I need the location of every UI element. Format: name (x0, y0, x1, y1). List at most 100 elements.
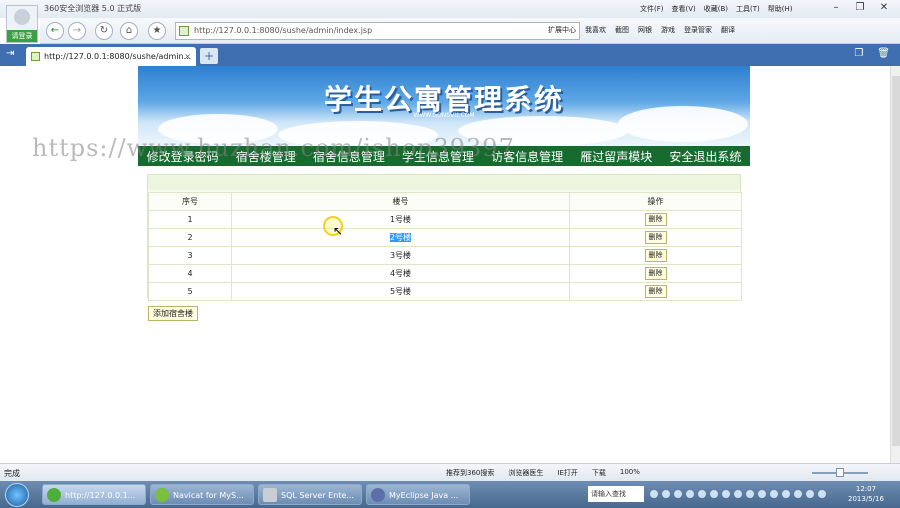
tray-icon[interactable] (818, 490, 826, 498)
taskbar-item-sqlserver[interactable]: SQL Server Ente... (258, 484, 362, 505)
game-button[interactable]: 游戏 (661, 25, 675, 35)
delete-button[interactable]: 删除 (644, 285, 667, 298)
tray-icon[interactable] (758, 490, 766, 498)
menu-favorites[interactable]: 收藏(B) (704, 4, 728, 14)
sqlserver-icon (263, 488, 277, 502)
taskbar-item-browser[interactable]: http://127.0.0.1... (42, 484, 146, 505)
table-row: 3 3号楼 删除 (148, 246, 742, 265)
extension-center[interactable]: 扩展中心 (548, 25, 576, 35)
browser-doctor[interactable]: 浏览器医生 (508, 468, 543, 478)
task-label: http://127.0.0.1... (65, 491, 136, 500)
clock-time: 12:07 (855, 485, 877, 493)
window-controls: – ❐ ✕ (824, 0, 896, 15)
back-icon[interactable]: ← (46, 22, 64, 40)
open-in-ie[interactable]: IE打开 (557, 468, 578, 478)
start-button[interactable] (5, 483, 29, 507)
page-icon (31, 52, 40, 61)
tray-icon[interactable] (770, 490, 778, 498)
screenshot-button[interactable]: 截图 (615, 25, 629, 35)
favorite-star-icon[interactable]: ★ (148, 22, 166, 40)
tray-icon[interactable] (686, 490, 694, 498)
translate-button[interactable]: 翻译 (721, 25, 735, 35)
address-bar[interactable]: http://127.0.0.1:8080/sushe/admin/index.… (175, 22, 580, 40)
close-tab-icon[interactable]: × (184, 47, 191, 66)
banner-subtitle: WWW.GONSVU.COM (413, 112, 475, 119)
trash-icon[interactable]: 🗑 (877, 48, 890, 59)
delete-button[interactable]: 删除 (644, 213, 667, 226)
cell-building: 4号楼 (231, 264, 570, 283)
scrollbar-thumb[interactable] (892, 76, 900, 446)
tray-icon[interactable] (794, 490, 802, 498)
cell-no: 3 (148, 246, 232, 265)
restore-icon[interactable]: ❐ (848, 0, 872, 15)
menu-message-module[interactable]: 雁过留声模块 (580, 148, 652, 165)
clock-date: 2013/5/16 (848, 495, 884, 503)
tray-icon[interactable] (722, 490, 730, 498)
system-clock[interactable]: 12:07 2013/5/16 (848, 484, 884, 504)
delete-button[interactable]: 删除 (644, 231, 667, 244)
navigation-bar: ← → ↻ ⌂ ★ http://127.0.0.1:8080/sushe/ad… (40, 18, 900, 44)
system-tray: 请输入查找 (588, 486, 826, 502)
tray-icon[interactable] (662, 490, 670, 498)
menu-logout[interactable]: 安全退出系统 (669, 148, 741, 165)
col-building: 楼号 (231, 192, 570, 211)
tray-icon[interactable] (650, 490, 658, 498)
navicat-icon (155, 488, 169, 502)
delete-button[interactable]: 删除 (644, 267, 667, 280)
title-bar: 360安全浏览器 5.0 正式版 文件(F) 查看(V) 收藏(B) 工具(T)… (0, 0, 900, 18)
tray-icon[interactable] (710, 490, 718, 498)
sidebar-toggle-icon[interactable]: ⇥ (6, 48, 14, 59)
forward-icon[interactable]: → (68, 22, 86, 40)
vertical-scrollbar[interactable] (890, 66, 900, 463)
menu-file[interactable]: 文件(F) (640, 4, 664, 14)
taskbar-item-navicat[interactable]: Navicat for MyS... (150, 484, 254, 505)
menu-view[interactable]: 查看(V) (672, 4, 696, 14)
home-icon[interactable]: ⌂ (120, 22, 138, 40)
watermark: https://www.huzhan.com/ishop39397 (32, 134, 515, 162)
bank-button[interactable]: 网银 (638, 25, 652, 35)
recommend-search[interactable]: 推荐到360搜索 (446, 468, 494, 478)
zoom-level[interactable]: 100% (620, 468, 640, 478)
close-icon[interactable]: ✕ (872, 0, 896, 15)
zoom-slider-knob[interactable] (836, 468, 844, 477)
col-no: 序号 (148, 192, 232, 211)
like-button[interactable]: 我喜欢 (585, 25, 606, 35)
status-text: 完成 (4, 469, 20, 478)
tab-tools: ❐ 🗑 (854, 48, 890, 59)
restore-tabs-icon[interactable]: ❐ (854, 48, 863, 59)
table-row: 4 4号楼 删除 (148, 264, 742, 283)
avatar-icon (14, 9, 30, 25)
add-building-button[interactable]: 添加宿舍楼 (148, 306, 198, 321)
menu-tools[interactable]: 工具(T) (736, 4, 760, 14)
tray-icon[interactable] (734, 490, 742, 498)
login-avatar-button[interactable]: 请登录 (6, 5, 38, 43)
downloads[interactable]: 下载 (592, 468, 606, 478)
toolbar-extensions: 扩展中心 我喜欢 截图 网银 游戏 登录管家 翻译 (548, 25, 735, 35)
tray-icon[interactable] (806, 490, 814, 498)
cell-building: 3号楼 (231, 246, 570, 265)
tray-search-input[interactable]: 请输入查找 (588, 486, 644, 502)
tray-icon[interactable] (674, 490, 682, 498)
col-action: 操作 (569, 192, 742, 211)
login-manager-button[interactable]: 登录管家 (684, 25, 712, 35)
menu-help[interactable]: 帮助(H) (768, 4, 793, 14)
new-tab-button[interactable]: + (200, 48, 218, 64)
app-title: 360安全浏览器 5.0 正式版 (44, 4, 142, 13)
page-content: 学生公寓管理系统 WWW.GONSVU.COM 修改登录密码 宿舍楼管理 宿舍信… (0, 66, 890, 463)
refresh-icon[interactable]: ↻ (95, 22, 113, 40)
tray-icon[interactable] (746, 490, 754, 498)
menu-bar: 文件(F) 查看(V) 收藏(B) 工具(T) 帮助(H) (640, 4, 793, 14)
tray-icon[interactable] (698, 490, 706, 498)
myeclipse-icon (371, 488, 385, 502)
address-text: http://127.0.0.1:8080/sushe/admin/index.… (194, 26, 373, 35)
tray-icon[interactable] (782, 490, 790, 498)
mouse-pointer-icon: ↖ (333, 224, 344, 238)
tab-active[interactable]: http://127.0.0.1:8080/sushe/admin... × (26, 47, 196, 66)
browser-icon (47, 488, 61, 502)
minimize-icon[interactable]: – (824, 0, 848, 15)
cell-no: 5 (148, 282, 232, 301)
delete-button[interactable]: 删除 (644, 249, 667, 262)
task-label: Navicat for MyS... (173, 491, 244, 500)
taskbar-item-myeclipse[interactable]: MyEclipse Java ... (366, 484, 470, 505)
page-icon (179, 26, 189, 36)
